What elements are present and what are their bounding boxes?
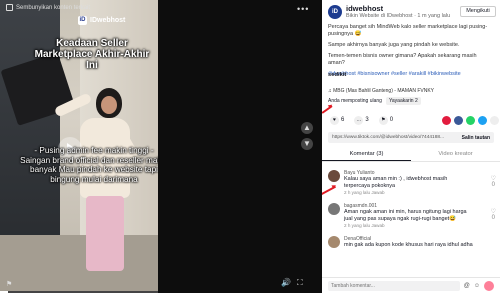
comment-meta[interactable]: 2 h yang lalu Jawab (344, 223, 496, 228)
engagement-stats: ♥ 6 … 3 ⚑ 0 (330, 116, 393, 125)
embed-icon[interactable] (442, 116, 451, 125)
tab-comments[interactable]: Komentar (3) (322, 148, 411, 161)
comment-item: DenaOfficial min gak ada kupon kode khus… (328, 236, 496, 249)
comment-like[interactable]: ♡ 0 (491, 209, 496, 221)
desc-line: Percaya banget sih MindWeb kalo seller m… (328, 24, 488, 37)
video-stage: Keadaan Seller Marketplace Akhir-Akhir I… (0, 0, 322, 293)
emoji-icon[interactable]: ☺ (474, 283, 480, 289)
comment-item: bagasmdn.001 Aman ngak aman ini min, har… (328, 203, 496, 228)
author-header[interactable]: iD idwebhost Bikin Website di IDwebhost … (328, 4, 450, 19)
desc-line: Sampe akhirnya banyak juga yang pindah k… (328, 42, 460, 48)
author-name[interactable]: idwebhost (346, 4, 450, 13)
save-stat[interactable]: ⚑ 0 (378, 116, 393, 125)
repost-text: Anda memposting ulang (328, 98, 382, 104)
link-bar: https://www.tiktok.com/@idwebhost/video/… (328, 132, 494, 143)
heart-icon: ♥ (330, 116, 339, 125)
comment-text: Kalau saya aman min :) , idwebhost masih… (344, 176, 448, 189)
hide-icon (6, 4, 13, 11)
whatsapp-icon[interactable] (466, 116, 475, 125)
video-player[interactable]: Keadaan Seller Marketplace Akhir-Akhir I… (0, 0, 158, 293)
commenter-avatar[interactable] (328, 236, 340, 249)
repost-chip[interactable]: Yayaakarin 2 (385, 97, 421, 105)
details-panel: iD idwebhost Bikin Website di IDwebhost … (322, 0, 500, 293)
commenter-avatar[interactable] (328, 203, 340, 216)
comment-input[interactable] (328, 280, 460, 291)
copy-link-button[interactable]: Salin tautan (462, 135, 490, 141)
flag-icon[interactable]: ⚑ (6, 280, 12, 288)
comment-text: Aman ngak aman ini min, harus ngitung la… (344, 209, 467, 222)
annotation-arrow (322, 105, 333, 114)
video-caption: - Pusing admin fee makin tinggi - Sainga… (20, 146, 158, 184)
comment-like[interactable]: ♡ 0 (491, 176, 496, 188)
video-brand: iD IDwebhost (78, 16, 125, 25)
mention-icon[interactable]: @ (464, 283, 470, 289)
hide-related-toggle[interactable]: Sembunyikan konten terkait (6, 4, 90, 11)
comment-item: Bayu Yulianto Kalau saya aman min :) , i… (328, 170, 496, 195)
repost-row: Anda memposting ulang Yayaakarin 2 (328, 97, 421, 105)
hashtags[interactable]: #idwebhost #bisnisowner #seller #arakill… (328, 71, 494, 78)
send-icon[interactable] (484, 280, 494, 291)
share-more-icon[interactable] (490, 116, 499, 125)
previous-video-icon[interactable]: ▲ (301, 122, 313, 134)
music-track[interactable]: ♫ MBG (Mas Bahlil Ganteng) - MAMAN FVNKY (328, 88, 434, 94)
commenter-avatar[interactable] (328, 170, 340, 182)
show-less-link[interactable]: sedikit (328, 72, 346, 78)
comment-icon: … (354, 116, 364, 125)
video-description: Percaya banget sih MindWeb kalo seller m… (328, 24, 494, 82)
desc-line: Temen-temen bisnis owner gimana? Apakah … (328, 53, 477, 66)
twitter-icon[interactable] (478, 116, 487, 125)
comment-stat[interactable]: … 3 (354, 116, 369, 125)
share-icons (442, 116, 499, 125)
volume-icon[interactable]: 🔊 (281, 278, 291, 288)
video-link[interactable]: https://www.tiktok.com/@idwebhost/video/… (332, 135, 444, 140)
brand-logo-icon: iD (78, 16, 87, 25)
comment-composer: @ ☺ (322, 277, 500, 293)
panel-tabs: Komentar (3) Video kreator (322, 148, 500, 162)
next-video-icon[interactable]: ▼ (301, 138, 313, 150)
more-options-icon[interactable]: ••• (297, 4, 309, 14)
author-subtitle: Bikin Website di IDwebhost · 1 m yang la… (346, 13, 451, 19)
tiktok-viewer: Keadaan Seller Marketplace Akhir-Akhir I… (0, 0, 500, 293)
bookmark-icon: ⚑ (378, 116, 388, 125)
fullscreen-icon[interactable]: ⛶ (297, 278, 303, 288)
comment-list: Bayu Yulianto Kalau saya aman min :) , i… (328, 170, 496, 257)
video-headline: Keadaan Seller Marketplace Akhir-Akhir I… (34, 38, 150, 71)
hide-related-label: Sembunyikan konten terkait (16, 4, 91, 11)
brand-name: IDwebhost (90, 17, 126, 24)
comment-meta[interactable]: 2 h yang lalu Jawab (344, 190, 496, 195)
author-avatar[interactable]: iD (328, 4, 342, 19)
tab-creator-videos[interactable]: Video kreator (411, 148, 500, 161)
facebook-icon[interactable] (454, 116, 463, 125)
like-stat[interactable]: ♥ 6 (330, 116, 344, 125)
comment-text: min gak ada kupon kode khusus hari raya … (344, 242, 473, 249)
following-button[interactable]: Mengikuti (460, 6, 496, 17)
